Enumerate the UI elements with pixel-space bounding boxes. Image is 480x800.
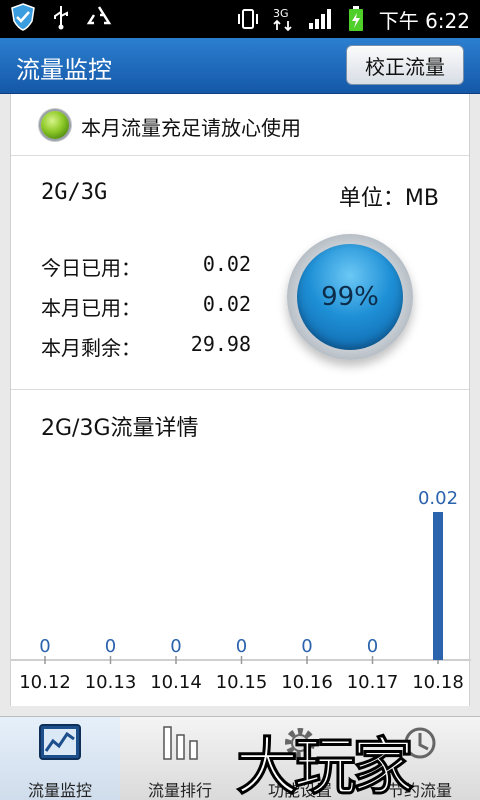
network-type-label: 2G/3G (41, 180, 108, 205)
watermark-logo: 大玩家 (234, 714, 480, 800)
status-time: 下午 6:22 (378, 8, 470, 33)
signal-icon (307, 6, 333, 32)
status-bar: 3G 下午 6:22 (0, 0, 480, 38)
today-used-label: 今日已用： (41, 256, 141, 280)
status-bar-right: 3G 下午 6:22 (235, 4, 470, 34)
x-tick-label-10.14: 10.14 (150, 672, 202, 693)
title-bar: 流量监控 校正流量 (0, 38, 480, 94)
remaining-percent: 99% (321, 282, 379, 312)
x-tick-label-10.13: 10.13 (85, 672, 137, 693)
x-tick-label-10.18: 10.18 (412, 672, 464, 693)
today-used-value: 0.02 (202, 252, 251, 276)
x-tick-label-10.17: 10.17 (347, 672, 399, 693)
recycle-icon (86, 4, 112, 30)
battery-charging-icon (343, 6, 369, 32)
status-indicator-icon (41, 111, 69, 139)
page-title: 流量监控 (16, 56, 112, 84)
data-label-10.18: 0.02 (418, 488, 458, 509)
ranking-bars-icon (163, 726, 198, 760)
usb-icon (48, 4, 74, 30)
status-row: 本月流量充足请放心使用 (11, 94, 469, 156)
data-label-10.15: 0 (236, 636, 247, 657)
nav-label: 流量排行 (147, 781, 212, 800)
vibrate-icon (235, 6, 261, 32)
watermark-text: 大玩家 (234, 729, 415, 800)
chart-monitor-icon (39, 724, 81, 760)
month-used-label: 本月已用： (41, 296, 141, 320)
traffic-chart: 2G/3G流量详情 0 10.12 0 10.13 0 10.14 0 10.15 0 10.16… (11, 390, 471, 706)
unit-label: 单位：MB (338, 186, 439, 211)
data-label-10.14: 0 (170, 636, 181, 657)
x-tick-label-10.12: 10.12 (19, 672, 71, 693)
month-remaining-label: 本月剩余： (41, 336, 141, 360)
nav-item-traffic-ranking[interactable]: 流量排行 (120, 717, 240, 800)
traffic-card: 本月流量充足请放心使用 2G/3G 单位：MB 今日已用： 0.02 本月已用：… (10, 94, 471, 706)
month-remaining-value: 29.98 (190, 332, 251, 356)
remaining-gauge: 99% (287, 234, 413, 360)
usage-summary: 2G/3G 单位：MB 今日已用： 0.02 本月已用： 0.02 本月剩余： … (11, 156, 469, 390)
chart-bar-10.18 (433, 512, 443, 660)
status-message: 本月流量充足请放心使用 (81, 116, 301, 140)
nav-item-traffic-monitor[interactable]: 流量监控 (0, 717, 120, 800)
calibrate-traffic-button[interactable]: 校正流量 (346, 45, 464, 85)
data-label-10.12: 0 (39, 636, 50, 657)
month-used-value: 0.02 (202, 292, 251, 316)
chart-plot: 0 10.12 0 10.13 0 10.14 0 10.15 0 10.16 0 10.17 0.02… (11, 488, 471, 693)
svg-text:3G: 3G (273, 7, 289, 20)
shield-icon (10, 3, 36, 31)
3g-data-icon: 3G (271, 6, 297, 32)
nav-label: 流量监控 (27, 781, 92, 800)
data-label-10.16: 0 (301, 636, 312, 657)
data-label-10.13: 0 (105, 636, 116, 657)
x-tick-label-10.15: 10.15 (216, 672, 268, 693)
x-tick-label-10.16: 10.16 (281, 672, 333, 693)
status-bar-left (10, 3, 112, 31)
data-label-10.17: 0 (367, 636, 378, 657)
